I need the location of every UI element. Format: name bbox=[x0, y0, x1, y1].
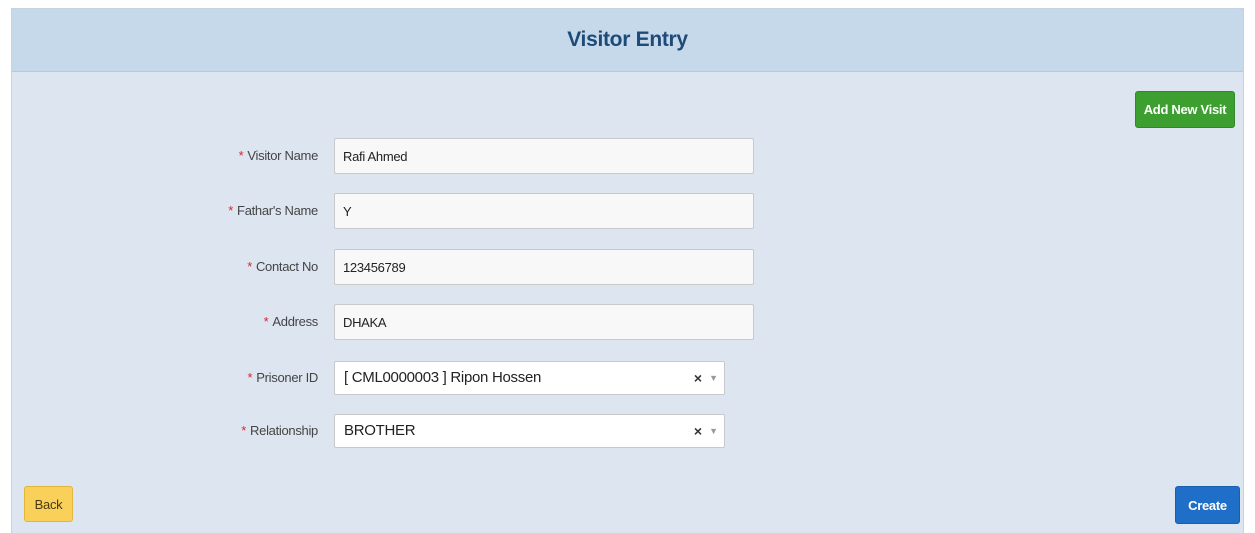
contact-no-input[interactable] bbox=[334, 249, 754, 285]
relationship-row: * Relationship BROTHER × ▼ bbox=[12, 413, 1243, 449]
address-label: * Address bbox=[263, 314, 319, 329]
chevron-down-icon[interactable]: ▼ bbox=[709, 362, 718, 394]
fathers-name-row: * Fathar's Name bbox=[12, 193, 1243, 229]
required-asterisk: * bbox=[238, 148, 244, 163]
required-asterisk: * bbox=[228, 203, 234, 218]
create-button[interactable]: Create bbox=[1175, 486, 1240, 524]
prisoner-id-label: * Prisoner ID bbox=[247, 370, 319, 385]
contact-no-label: * Contact No bbox=[247, 259, 318, 274]
fathers-name-input[interactable] bbox=[334, 193, 754, 229]
clear-icon[interactable]: × bbox=[694, 415, 702, 447]
required-asterisk: * bbox=[247, 370, 253, 385]
prisoner-id-selected-value: [ CML0000003 ] Ripon Hossen bbox=[344, 369, 542, 386]
relationship-label: * Relationship bbox=[241, 423, 318, 438]
relationship-selected-value: BROTHER bbox=[344, 422, 416, 439]
chevron-down-icon[interactable]: ▼ bbox=[709, 415, 718, 447]
visitor-name-input[interactable] bbox=[334, 138, 754, 174]
visitor-name-label: * Visitor Name bbox=[238, 148, 319, 163]
address-row: * Address bbox=[12, 304, 1243, 340]
prisoner-id-select[interactable]: [ CML0000003 ] Ripon Hossen × ▼ bbox=[334, 361, 725, 395]
panel-header: Visitor Entry bbox=[12, 9, 1243, 72]
fathers-name-label: * Fathar's Name bbox=[228, 203, 318, 218]
clear-icon[interactable]: × bbox=[694, 362, 702, 394]
relationship-select[interactable]: BROTHER × ▼ bbox=[334, 414, 725, 448]
page-title: Visitor Entry bbox=[567, 28, 688, 51]
required-asterisk: * bbox=[241, 423, 247, 438]
visitor-name-row: * Visitor Name bbox=[12, 138, 1243, 174]
back-button[interactable]: Back bbox=[24, 486, 73, 522]
contact-no-row: * Contact No bbox=[12, 249, 1243, 285]
required-asterisk: * bbox=[263, 314, 269, 329]
required-asterisk: * bbox=[247, 259, 252, 274]
prisoner-id-row: * Prisoner ID [ CML0000003 ] Ripon Hossen… bbox=[12, 360, 1243, 396]
visitor-entry-panel: Visitor Entry Add New Visit * Visitor Nam… bbox=[11, 8, 1244, 533]
address-input[interactable] bbox=[334, 304, 754, 340]
add-new-visit-button[interactable]: Add New Visit bbox=[1135, 91, 1235, 128]
